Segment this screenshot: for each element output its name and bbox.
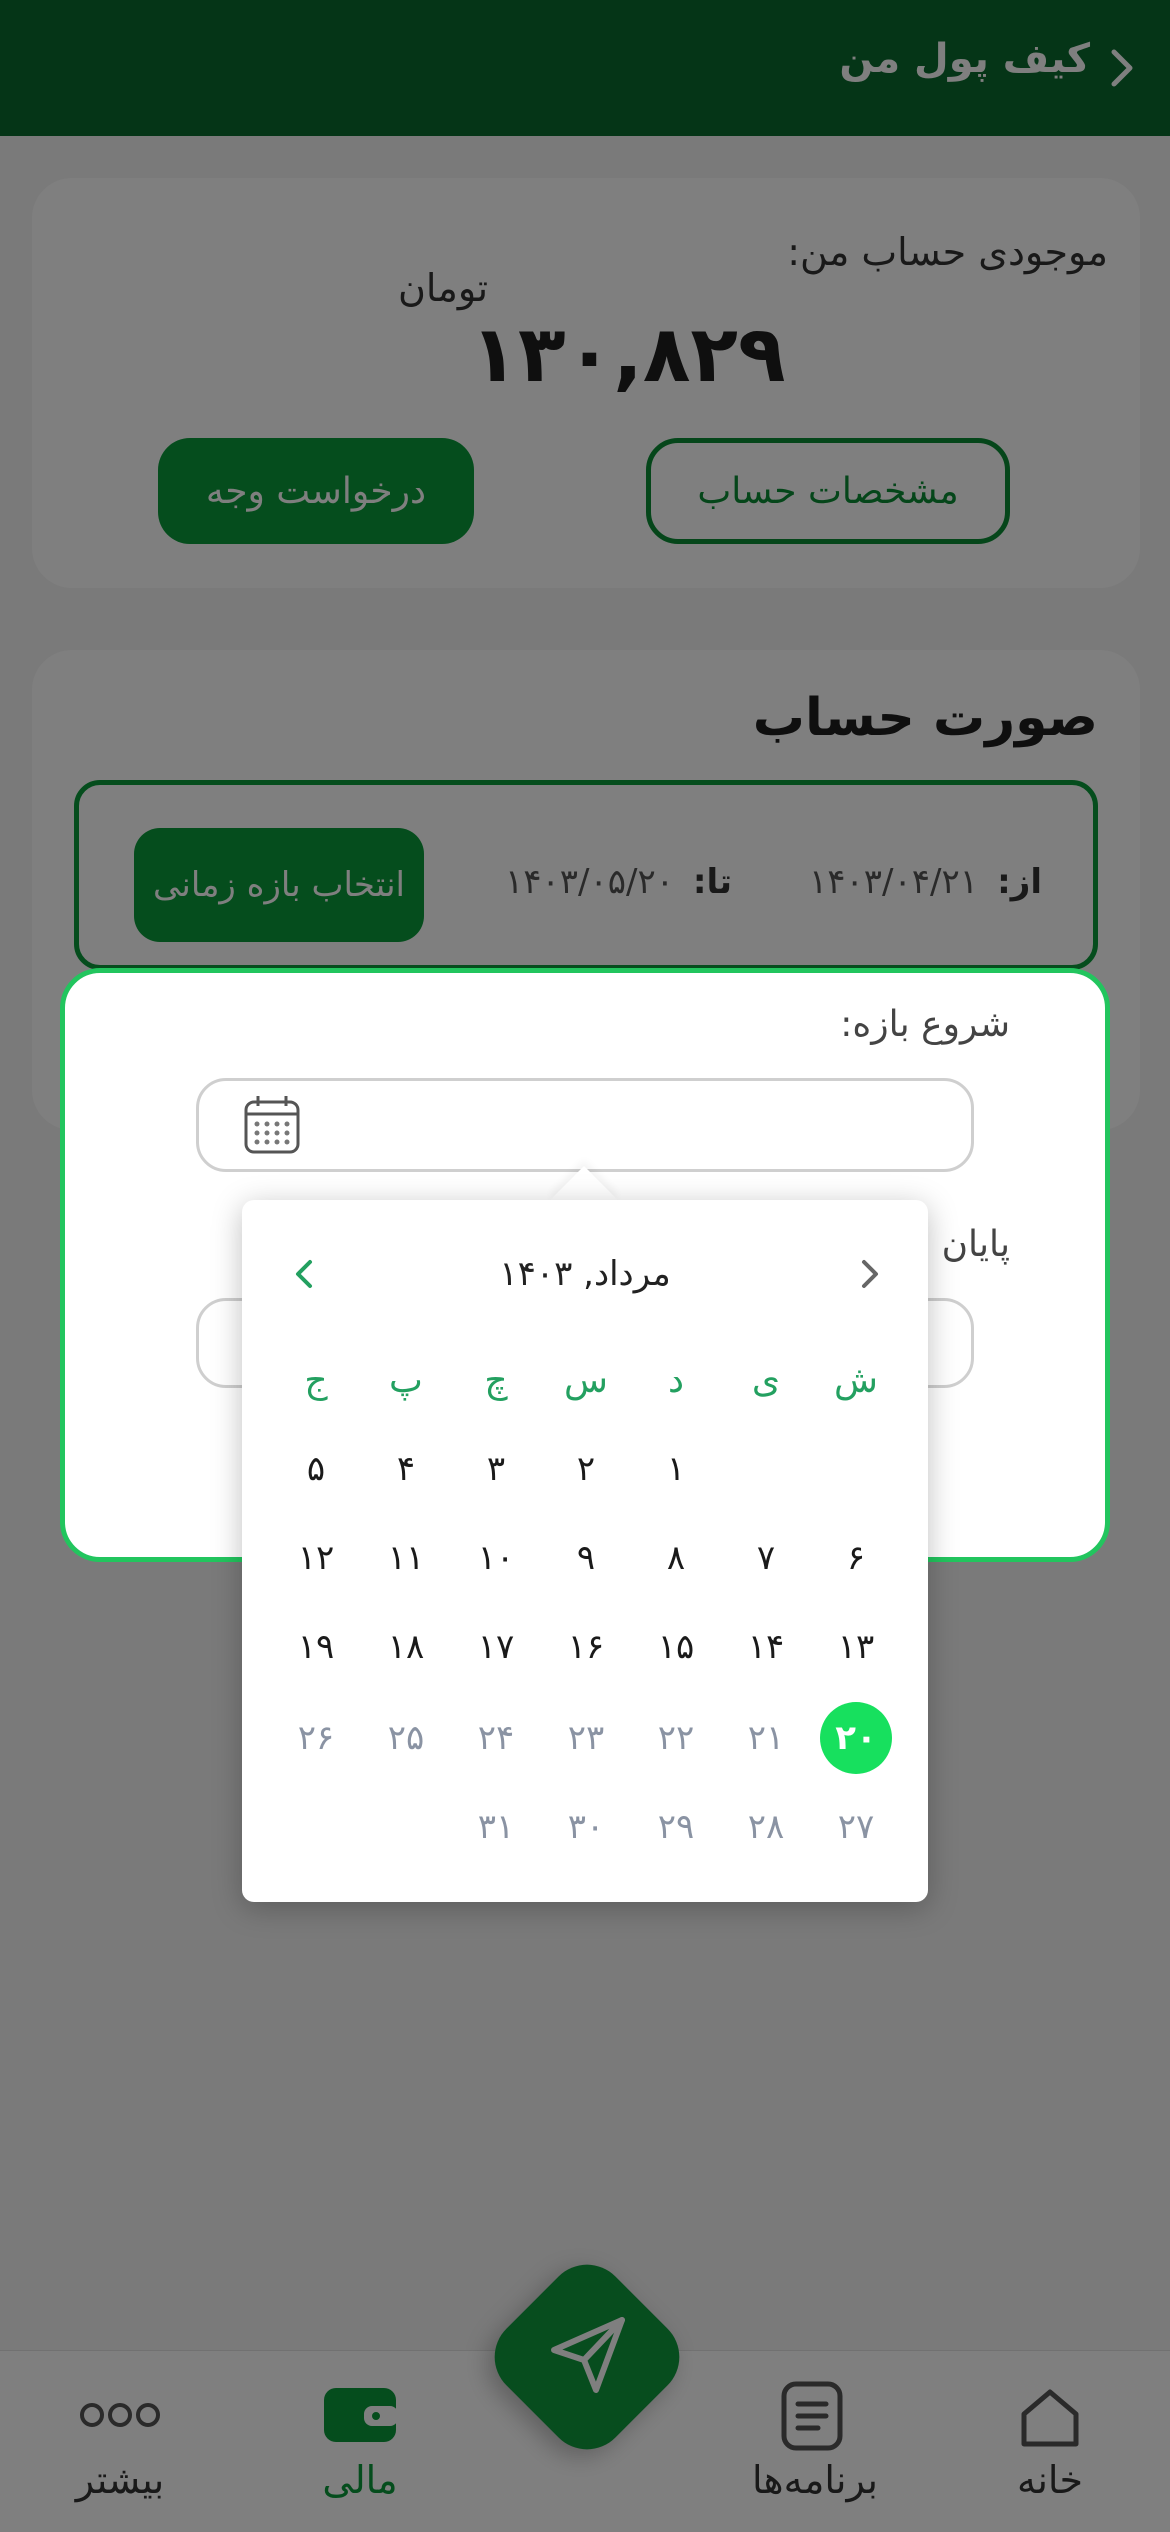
calendar-day[interactable]: ۱ <box>631 1433 721 1505</box>
weekday-label: س <box>564 1360 608 1401</box>
calendar-day[interactable]: ۱۷ <box>451 1611 541 1683</box>
calendar-day-selected[interactable]: ۲۰ <box>811 1702 901 1774</box>
end-range-label: پایان <box>941 1224 1010 1265</box>
calendar-day[interactable]: ۳۱ <box>451 1791 541 1863</box>
calendar-day[interactable]: ۶ <box>811 1522 901 1594</box>
calendar-day[interactable]: ۲۷ <box>811 1791 901 1863</box>
calendar-day[interactable]: ۳۰ <box>541 1791 631 1863</box>
chevron-left-icon[interactable] <box>286 1256 322 1292</box>
calendar-day[interactable]: ۸ <box>631 1522 721 1594</box>
calendar-day[interactable]: ۱۴ <box>721 1611 811 1683</box>
calendar-day[interactable]: ۱۱ <box>361 1522 451 1594</box>
calendar-day[interactable]: ۱۹ <box>271 1611 361 1683</box>
calendar-day[interactable]: ۲۸ <box>721 1791 811 1863</box>
calendar-day[interactable]: ۲۲ <box>631 1702 721 1774</box>
calendar-day[interactable]: ۹ <box>541 1522 631 1594</box>
calendar-day[interactable]: ۵ <box>271 1433 361 1505</box>
weekday-label: پ <box>389 1360 423 1401</box>
weekday-label: د <box>667 1360 685 1401</box>
picker-month-title: مرداد, ۱۴۰۳ <box>499 1254 671 1294</box>
calendar-day[interactable]: ۱۵ <box>631 1611 721 1683</box>
weekday-label: ج <box>304 1360 328 1401</box>
calendar-day[interactable]: ۷ <box>721 1522 811 1594</box>
calendar-day[interactable]: ۳ <box>451 1433 541 1505</box>
weekday-label: چ <box>484 1360 508 1401</box>
calendar-day[interactable]: ۲ <box>541 1433 631 1505</box>
calendar-day[interactable]: ۱۶ <box>541 1611 631 1683</box>
calendar-day[interactable]: ۱۳ <box>811 1611 901 1683</box>
calendar-icon[interactable] <box>242 1092 302 1156</box>
weekday-label: ی <box>751 1360 781 1401</box>
calendar-day[interactable]: ۲۵ <box>361 1702 451 1774</box>
calendar-day[interactable]: ۲۶ <box>271 1702 361 1774</box>
weekday-label: ش <box>834 1360 878 1401</box>
chevron-right-icon[interactable] <box>852 1256 888 1292</box>
calendar-day[interactable]: ۲۴ <box>451 1702 541 1774</box>
calendar-day[interactable]: ۱۲ <box>271 1522 361 1594</box>
calendar-day[interactable]: ۲۹ <box>631 1791 721 1863</box>
calendar-day[interactable]: ۲۳ <box>541 1702 631 1774</box>
calendar-day[interactable]: ۱۰ <box>451 1522 541 1594</box>
calendar-day[interactable]: ۲۱ <box>721 1702 811 1774</box>
calendar-day[interactable]: ۱۸ <box>361 1611 451 1683</box>
start-range-label: شروع بازه: <box>840 1004 1010 1045</box>
calendar-day[interactable]: ۴ <box>361 1433 451 1505</box>
start-date-input[interactable] <box>196 1078 974 1172</box>
